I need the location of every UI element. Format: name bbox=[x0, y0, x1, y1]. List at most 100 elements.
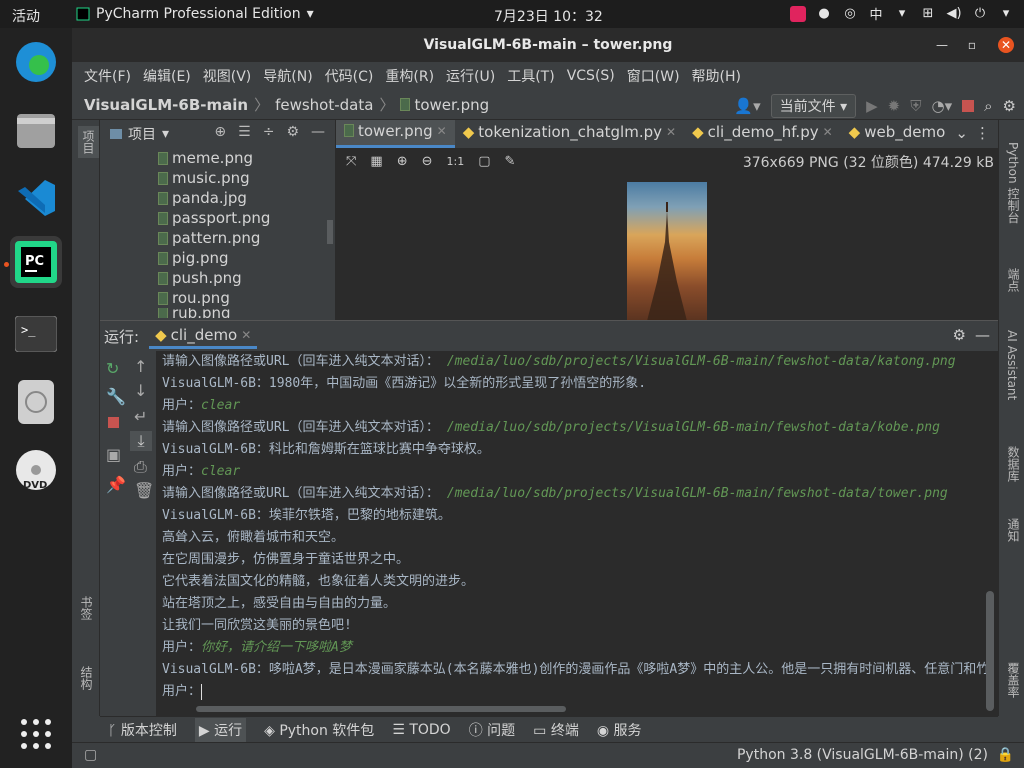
python-console-tool-tab[interactable]: Python 控制台 bbox=[1005, 142, 1022, 223]
actual-size-icon[interactable]: 1:1 bbox=[447, 155, 465, 168]
file-tree-item[interactable]: pig.png bbox=[158, 248, 335, 268]
zoom-out-icon[interactable]: ⊖ bbox=[422, 154, 433, 169]
stop-icon[interactable] bbox=[108, 417, 119, 428]
layout-toggle-icon[interactable]: ▢ bbox=[84, 747, 97, 763]
disk-utility-icon[interactable] bbox=[10, 376, 62, 428]
file-tree-item[interactable]: rou.png bbox=[158, 288, 335, 308]
file-tree-item[interactable]: pattern.png bbox=[158, 228, 335, 248]
run-tab-cli-demo[interactable]: ◆ cli_demo ✕ bbox=[149, 324, 258, 349]
scrollbar[interactable] bbox=[327, 220, 333, 244]
close-icon[interactable]: ✕ bbox=[241, 328, 251, 342]
collapse-all-icon[interactable]: ☰ bbox=[238, 124, 251, 140]
rerun-icon[interactable]: ↻ bbox=[106, 359, 119, 378]
coverage-icon[interactable]: ⛨ bbox=[910, 97, 921, 115]
file-tree-item[interactable]: meme.png bbox=[158, 148, 335, 168]
console-scrollbar[interactable] bbox=[986, 591, 994, 711]
tab-web-demo[interactable]: ◆ web_demo bbox=[841, 120, 954, 148]
volume-icon[interactable]: ◀) bbox=[946, 6, 962, 21]
settings-icon[interactable]: ⚙ bbox=[1003, 97, 1016, 115]
menu-help[interactable]: 帮助(H) bbox=[686, 66, 747, 86]
menu-code[interactable]: 代码(C) bbox=[319, 66, 380, 86]
activities-button[interactable]: 活动 bbox=[12, 6, 40, 26]
hide-icon[interactable]: — bbox=[975, 326, 990, 344]
close-icon[interactable]: ✕ bbox=[666, 125, 676, 139]
trash-icon[interactable]: 🗑 bbox=[134, 481, 154, 500]
expand-all-icon[interactable]: ÷ bbox=[263, 124, 275, 140]
file-tree-item[interactable]: passport.png bbox=[158, 208, 335, 228]
tab-tokenization-chatglm[interactable]: ◆ tokenization_chatglm.py ✕ bbox=[455, 120, 684, 148]
wrench-icon[interactable]: 🔧 bbox=[106, 387, 126, 406]
dvd-icon[interactable]: DVD bbox=[10, 444, 62, 496]
tab-cli-demo-hf[interactable]: ◆ cli_demo_hf.py ✕ bbox=[684, 120, 841, 148]
run-config-select[interactable]: 当前文件 ▾ bbox=[770, 94, 857, 118]
run-icon[interactable]: ▶ bbox=[866, 97, 878, 115]
coverage-tool-tab[interactable]: 覆盖率 bbox=[1005, 662, 1022, 698]
database-tool-tab[interactable]: 数据库 bbox=[1005, 446, 1022, 482]
app-menu[interactable]: PyCharm Professional Edition ▾ bbox=[76, 6, 314, 22]
menu-file[interactable]: 文件(F) bbox=[78, 66, 137, 86]
project-panel-title[interactable]: 项目 bbox=[128, 124, 156, 144]
input-method[interactable]: 中 bbox=[868, 4, 884, 23]
breadcrumb-file[interactable]: tower.png bbox=[414, 96, 489, 114]
pin-icon[interactable]: 📌 bbox=[106, 475, 126, 494]
menu-vcs[interactable]: VCS(S) bbox=[561, 68, 621, 84]
search-icon[interactable]: ⌕ bbox=[984, 97, 992, 115]
vscode-icon[interactable] bbox=[10, 172, 62, 224]
menu-edit[interactable]: 编辑(E) bbox=[137, 66, 197, 86]
power-icon[interactable]: ⏻ bbox=[972, 6, 988, 21]
endpoints-tool-tab[interactable]: 端点 bbox=[1005, 268, 1022, 292]
file-tree-item[interactable]: panda.jpg bbox=[158, 188, 335, 208]
files-icon[interactable] bbox=[10, 104, 62, 156]
console-hscrollbar[interactable] bbox=[196, 706, 566, 712]
soft-wrap-icon[interactable]: ↵ bbox=[134, 407, 147, 426]
scroll-to-end-icon[interactable]: ⤓ bbox=[130, 431, 152, 451]
edge-browser-icon[interactable] bbox=[10, 36, 62, 88]
file-tree-item[interactable]: music.png bbox=[158, 168, 335, 188]
fit-icon[interactable]: ⤧ bbox=[346, 154, 356, 169]
lock-icon[interactable]: 🔒 bbox=[997, 747, 1014, 763]
close-icon[interactable]: ✕ bbox=[823, 125, 833, 139]
app-indicator-icon[interactable] bbox=[790, 5, 806, 22]
breadcrumb-folder[interactable]: fewshot-data bbox=[275, 96, 373, 114]
menu-window[interactable]: 窗口(W) bbox=[621, 66, 686, 86]
file-tree-item[interactable]: push.png bbox=[158, 268, 335, 288]
minimize-button[interactable]: — bbox=[934, 37, 950, 53]
file-tree-item[interactable]: rub.png bbox=[158, 308, 335, 318]
layout-icon[interactable]: ▣ bbox=[106, 445, 121, 464]
debug-icon[interactable]: ✹ bbox=[888, 97, 901, 115]
structure-tool-tab[interactable]: 结构 bbox=[78, 666, 95, 690]
maximize-button[interactable]: ▫ bbox=[964, 37, 980, 53]
ai-assistant-tool-tab[interactable]: AI Assistant bbox=[1005, 330, 1019, 400]
tool-tab-run[interactable]: ▶ 运行 bbox=[194, 717, 247, 742]
tool-tab-todo[interactable]: ☰ TODO bbox=[392, 722, 450, 738]
gear-icon[interactable]: ⚙ bbox=[953, 326, 966, 344]
menu-run[interactable]: 运行(U) bbox=[440, 66, 501, 86]
stop-icon[interactable] bbox=[962, 100, 975, 112]
menu-refactor[interactable]: 重构(R) bbox=[379, 66, 440, 86]
color-picker-icon[interactable]: ✎ bbox=[505, 154, 516, 169]
more-icon[interactable]: ⋮ bbox=[975, 124, 990, 142]
sync-tray-icon[interactable]: ◎ bbox=[842, 6, 858, 21]
locate-icon[interactable]: ⊕ bbox=[214, 124, 226, 140]
tool-tab-python-packages[interactable]: ◈ Python 软件包 bbox=[264, 720, 374, 740]
notification-tray-icon[interactable]: ● bbox=[816, 6, 832, 21]
arrow-down-icon[interactable]: ↓ bbox=[134, 381, 147, 400]
tab-tower-png[interactable]: tower.png ✕ bbox=[336, 120, 455, 148]
python-interpreter[interactable]: Python 3.8 (VisualGLM-6B-main) (2) bbox=[737, 747, 988, 763]
tabs-overflow-icon[interactable]: ⌄ bbox=[955, 124, 968, 142]
bookmarks-tool-tab[interactable]: 书签 bbox=[78, 596, 95, 620]
network-icon[interactable]: ⊞ bbox=[920, 6, 936, 21]
menu-navigate[interactable]: 导航(N) bbox=[257, 66, 318, 86]
tool-tab-vcs[interactable]: ᚴ 版本控制 bbox=[108, 720, 177, 740]
grid-icon[interactable]: ▦ bbox=[370, 154, 382, 169]
clock[interactable]: 7月23日 10：32 bbox=[494, 6, 603, 26]
user-icon[interactable]: 👤▾ bbox=[734, 97, 760, 115]
app-grid-icon[interactable] bbox=[10, 708, 62, 760]
console-output[interactable]: 请输入图像路径或URL（回车进入纯文本对话）： /media/luo/sdb/p… bbox=[162, 351, 992, 711]
arrow-up-icon[interactable]: ↑ bbox=[134, 357, 147, 376]
hide-icon[interactable]: — bbox=[311, 124, 325, 140]
terminal-icon[interactable]: >_ bbox=[10, 308, 62, 360]
gear-icon[interactable]: ⚙ bbox=[286, 124, 299, 140]
background-icon[interactable]: ▢ bbox=[478, 154, 490, 169]
close-button[interactable]: ✕ bbox=[998, 37, 1014, 53]
